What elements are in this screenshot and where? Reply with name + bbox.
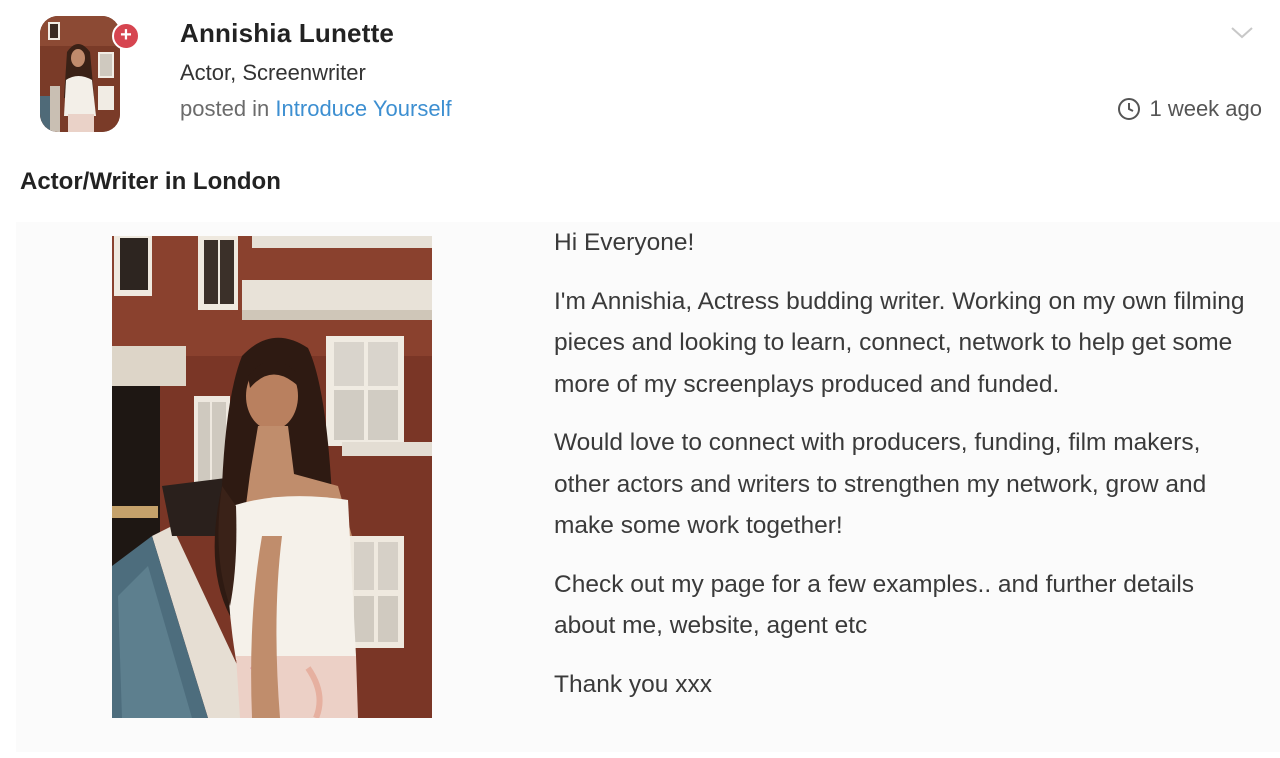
- posted-in-prefix: posted in: [180, 96, 270, 121]
- forum-post: + Annishia Lunette Actor, Screenwriter p…: [0, 0, 1280, 758]
- post-paragraph: Hi Everyone!: [554, 229, 695, 256]
- follow-button[interactable]: +: [112, 22, 140, 50]
- post-options-button[interactable]: [1228, 18, 1256, 46]
- post-paragraph: I'm Annishia, Actress budding writer. Wo…: [554, 287, 1245, 398]
- author-name[interactable]: Annishia Lunette: [180, 18, 394, 49]
- post-paragraph: Thank you xxx: [554, 670, 712, 698]
- post-paragraph: Would love to connect with producers, fu…: [554, 429, 1207, 539]
- author-role: Actor, Screenwriter: [180, 60, 366, 85]
- post-photo[interactable]: [112, 236, 432, 718]
- post-timestamp: 1 week ago: [1117, 96, 1262, 122]
- avatar-container: +: [40, 16, 140, 134]
- avatar[interactable]: [40, 16, 120, 132]
- clock-icon: [1117, 97, 1141, 121]
- post-paragraph: Check out my page for a few examples.. a…: [554, 570, 1195, 640]
- post-title: Actor/Writer in London: [20, 168, 281, 195]
- post-photo-image: [112, 236, 432, 718]
- avatar-image: [40, 16, 120, 132]
- category-link[interactable]: Introduce Yourself: [275, 96, 451, 121]
- chevron-down-icon: [1231, 27, 1253, 39]
- plus-icon: +: [120, 24, 132, 46]
- posted-in-line: posted in Introduce Yourself: [180, 96, 452, 122]
- timestamp-text: 1 week ago: [1149, 96, 1262, 121]
- post-body: Hi Everyone! I'm Annishia, Actress buddi…: [554, 222, 1254, 722]
